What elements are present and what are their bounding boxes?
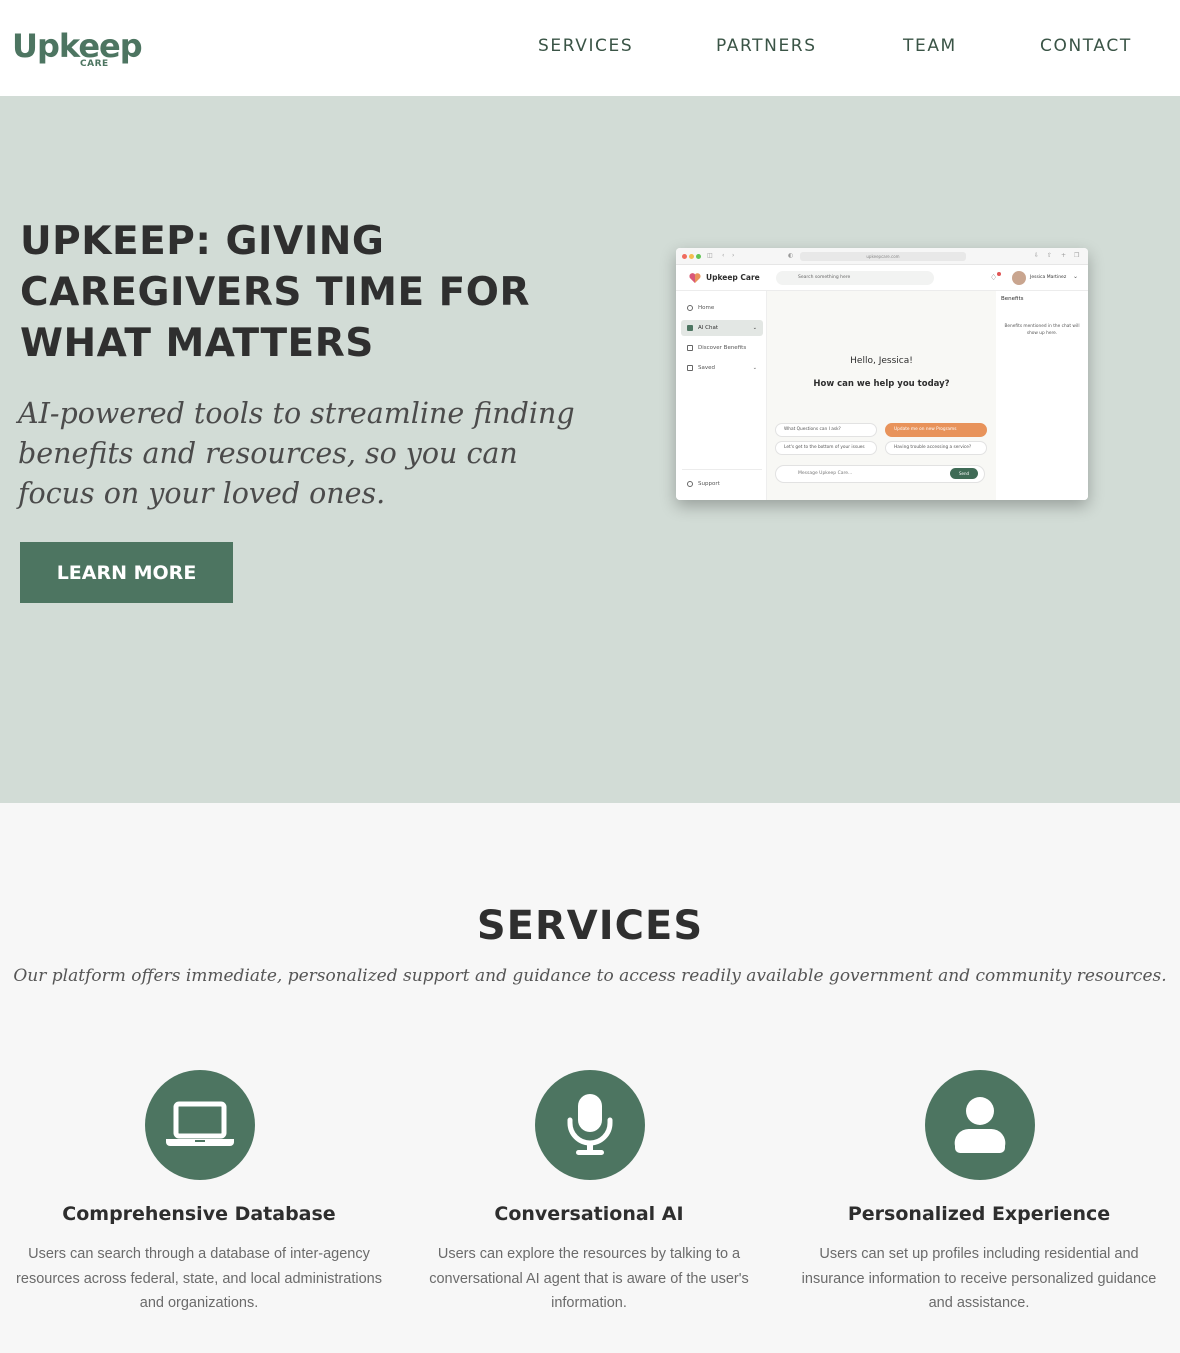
user-name: Jessica Martinez (1030, 275, 1067, 280)
sidebar-item-ai-chat: AI Chat ⌄ (681, 320, 763, 336)
sidebar-item-label: Discover Benefits (698, 345, 747, 351)
suggestion-chip: Update me on new Programs (885, 423, 987, 437)
avatar (1012, 271, 1026, 285)
service-card-description: Users can set up profiles including resi… (801, 1246, 1157, 1311)
benefits-title: Benefits (1001, 296, 1024, 302)
microphone-icon (535, 1070, 645, 1180)
book-icon (687, 345, 693, 351)
app-sidebar: Home AI Chat ⌄ Discover Benefits Saved ⌄… (676, 291, 767, 500)
service-card-description: Users can search through a database of i… (16, 1246, 382, 1311)
service-card-description: Users can explore the resources by talki… (429, 1246, 749, 1311)
download-icon: ⇩ (1034, 252, 1040, 259)
chevron-down-icon: ⌄ (1073, 273, 1079, 280)
suggestion-chip: Let's get to the bottom of your issues (775, 441, 877, 455)
service-card-personalized: Personalized Experience Users can set up… (794, 1070, 1164, 1330)
sidebar-item-label: Home (698, 305, 715, 311)
share-icon: ⇧ (1047, 252, 1053, 259)
hero-subtitle: AI-powered tools to streamline finding b… (18, 397, 575, 510)
chat-prompt: How can we help you today? (813, 379, 950, 389)
help-icon (687, 481, 693, 487)
back-arrow-icon: ‹ (722, 252, 725, 259)
services-section: SERVICES Our platform offers immediate, … (0, 803, 1180, 1353)
benefits-note: Benefits mentioned in the chat will show… (1004, 324, 1080, 336)
app-brand-name: Upkeep Care (706, 273, 760, 282)
sidebar-toggle-icon: ◫ (707, 252, 713, 259)
sidebar-item-home: Home (681, 300, 763, 316)
sidebar-item-label: Saved (698, 365, 715, 371)
service-card-title: Conversational AI (494, 1203, 684, 1225)
browser-toolbar: ◫ ‹ › ◐ upkeepcare.com ⇩ ⇧ + ❐ (676, 248, 1088, 265)
sidebar-divider (682, 469, 762, 470)
sidebar-item-label: Support (698, 481, 720, 487)
laptop-icon (145, 1070, 255, 1180)
logo-wordmark: Upkeep (12, 27, 143, 65)
sidebar-item-saved: Saved ⌄ (681, 360, 763, 376)
tabs-icon: ❐ (1074, 252, 1080, 259)
hero-section: UPKEEP: GIVING CAREGIVERS TIME FOR WHAT … (0, 96, 1180, 803)
nav-services-link[interactable]: SERVICES (538, 35, 633, 57)
chevron-down-icon: ⌄ (752, 325, 757, 331)
suggestion-chip: What Questions can I ask? (775, 423, 877, 437)
forward-arrow-icon: › (732, 252, 735, 259)
hero-title: UPKEEP: GIVING CAREGIVERS TIME FOR WHAT … (20, 219, 530, 366)
service-card-title: Comprehensive Database (62, 1203, 336, 1225)
bookmark-icon (687, 365, 693, 371)
send-button: Send (950, 468, 978, 479)
chat-greeting: Hello, Jessica! (850, 356, 913, 366)
sidebar-item-label: AI Chat (698, 325, 718, 331)
chat-icon (687, 325, 693, 331)
new-tab-icon: + (1061, 252, 1067, 259)
upkeep-logo[interactable]: Upkeep CARE (12, 26, 143, 74)
nav-contact-link[interactable]: CONTACT (1040, 35, 1132, 57)
sidebar-item-discover: Discover Benefits (681, 340, 763, 356)
benefits-panel: Benefits Benefits mentioned in the chat … (996, 291, 1088, 500)
services-subtitle: Our platform offers immediate, personali… (13, 966, 1167, 986)
logo-subtext: CARE (80, 59, 109, 69)
chat-panel: Hello, Jessica! How can we help you toda… (767, 291, 996, 500)
sidebar-item-support: Support (681, 476, 763, 492)
learn-more-button[interactable]: LEARN MORE (20, 542, 233, 603)
browser-url: upkeepcare.com (800, 252, 966, 261)
app-search-input: Search something here (776, 271, 934, 285)
service-card-title: Personalized Experience (847, 1203, 1111, 1225)
services-title: SERVICES (476, 903, 704, 949)
service-card-conversational-ai: Conversational AI Users can explore the … (404, 1070, 774, 1330)
nav-team-link[interactable]: TEAM (903, 35, 957, 57)
notification-dot (997, 272, 1001, 276)
service-card-database: Comprehensive Database Users can search … (14, 1070, 384, 1330)
suggestion-chip: Having trouble accessing a service? (885, 441, 987, 455)
home-icon (687, 305, 693, 311)
shield-icon: ◐ (788, 252, 794, 259)
site-header: Upkeep CARE SERVICES PARTNERS TEAM CONTA… (0, 0, 1180, 96)
app-header: Upkeep Care Search something here ♢ Jess… (676, 265, 1088, 291)
user-icon (925, 1070, 1035, 1180)
nav-partners-link[interactable]: PARTNERS (716, 35, 817, 57)
window-maximize-dot-icon (696, 254, 701, 259)
heart-logo-icon (689, 273, 701, 283)
chevron-down-icon: ⌄ (752, 365, 757, 371)
app-screenshot-mockup: ◫ ‹ › ◐ upkeepcare.com ⇩ ⇧ + ❐ Upkeep Ca… (676, 248, 1088, 500)
window-minimize-dot-icon (689, 254, 694, 259)
window-close-dot-icon (682, 254, 687, 259)
